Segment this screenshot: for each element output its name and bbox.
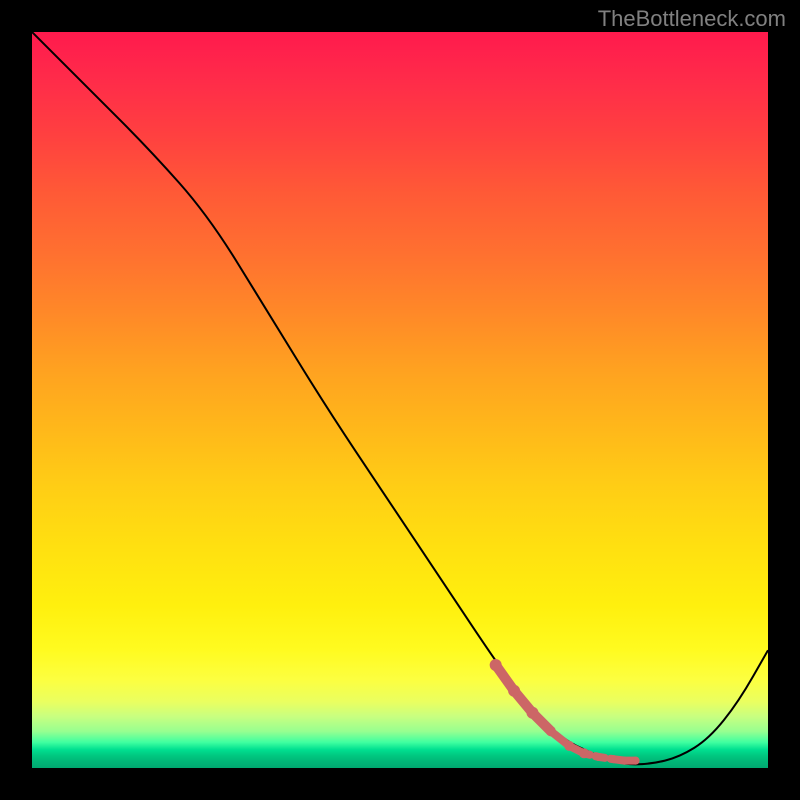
highlight-dot [526, 707, 538, 719]
highlight-dot [508, 685, 520, 697]
watermark-text: TheBottleneck.com [598, 6, 786, 32]
highlight-dot [620, 757, 628, 765]
bottleneck-curve [32, 32, 768, 764]
highlight-dot [579, 748, 589, 758]
highlight-dot [490, 659, 502, 671]
highlight-dot [595, 753, 603, 761]
highlight-dot [564, 741, 574, 751]
plot-area [32, 32, 768, 768]
highlight-dot [609, 755, 617, 763]
highlight-segment [490, 659, 640, 765]
highlight-dot [632, 757, 640, 765]
highlight-dot [546, 726, 556, 736]
chart-svg [32, 32, 768, 768]
